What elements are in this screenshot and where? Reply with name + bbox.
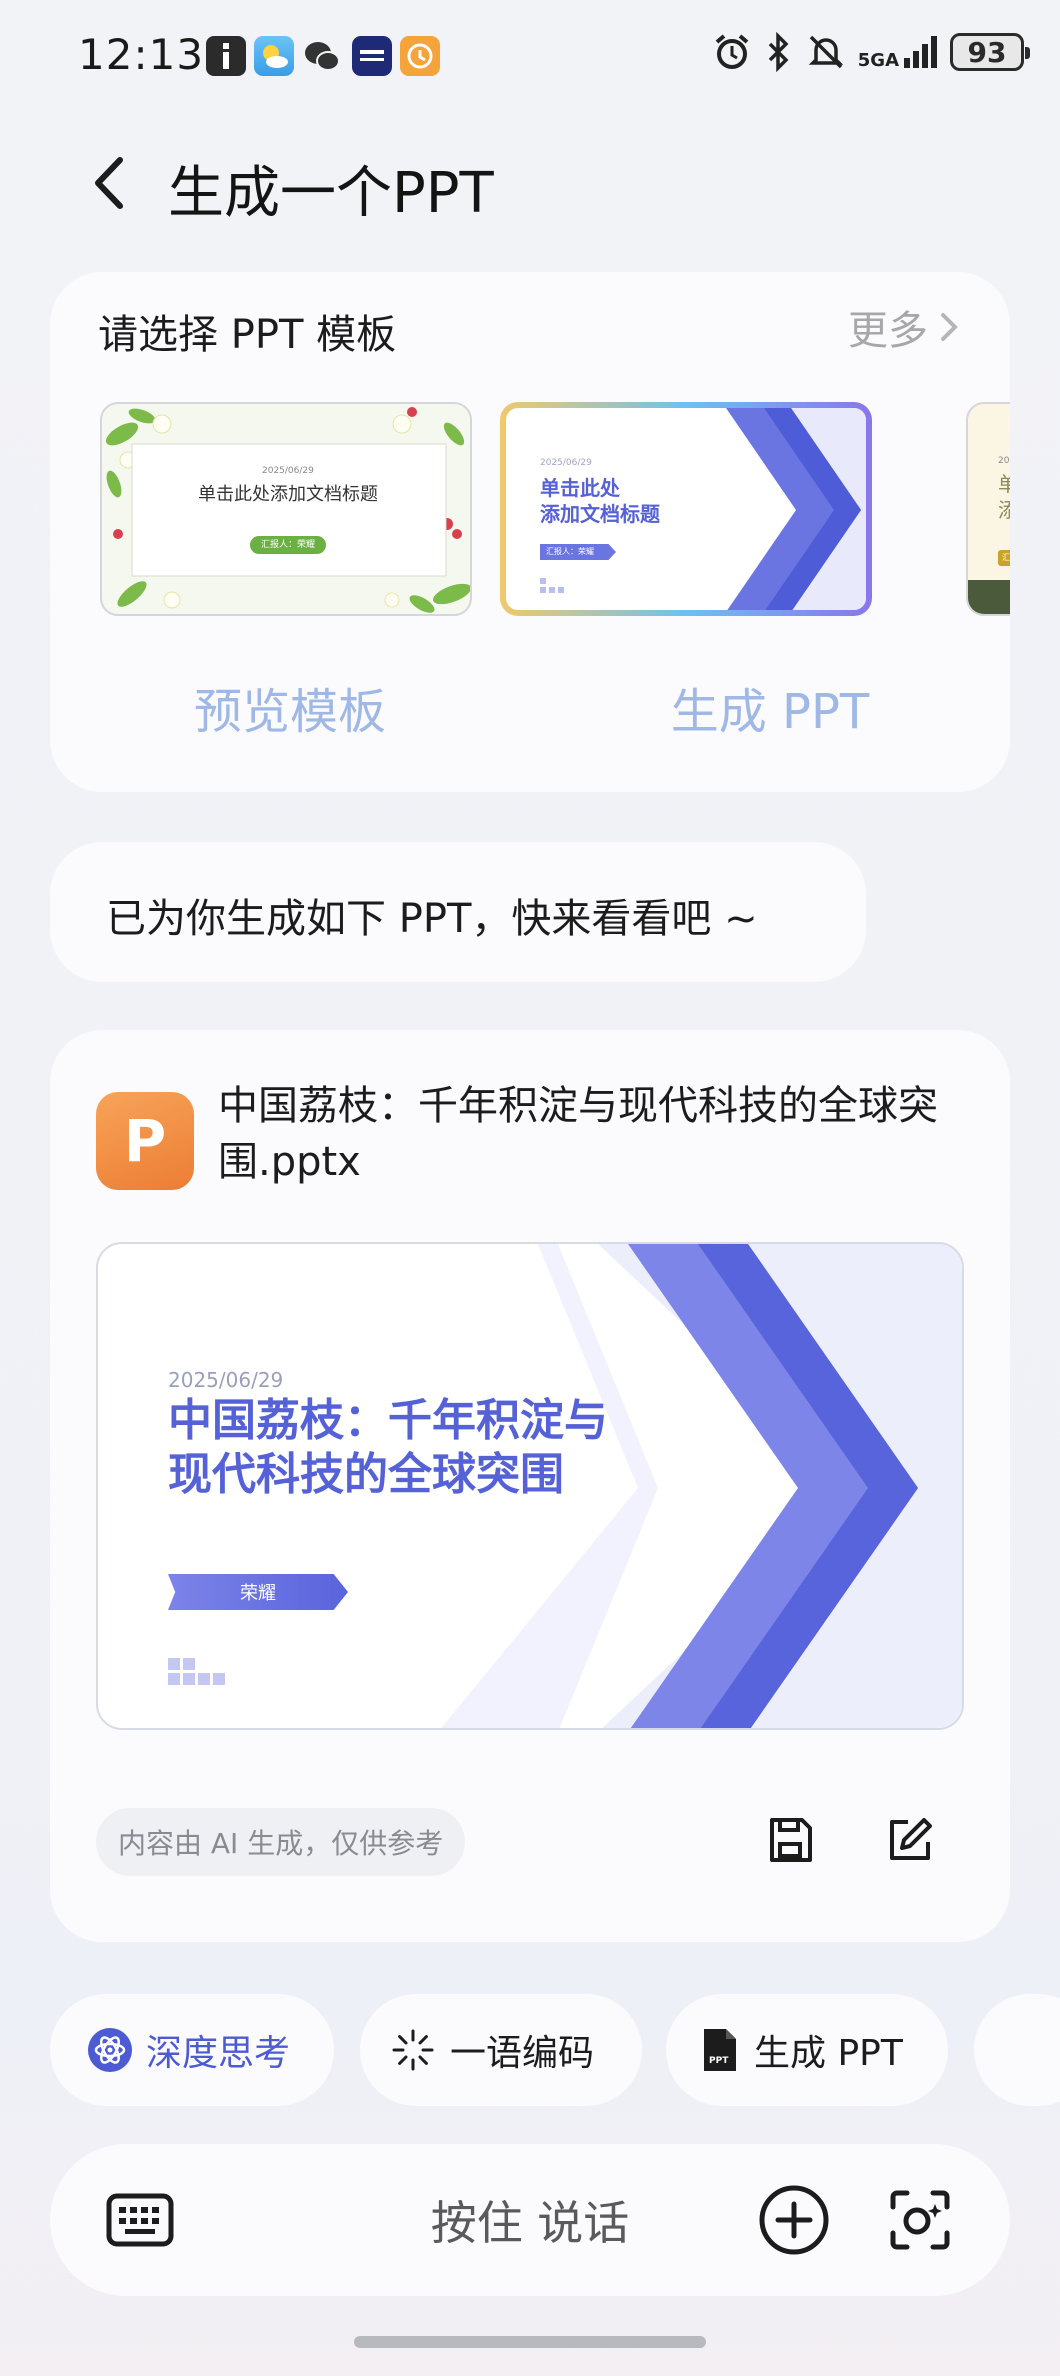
battery-indicator: 93	[950, 33, 1030, 71]
edit-button[interactable]	[878, 1808, 942, 1872]
notification-weather-icon	[254, 36, 294, 76]
template-2-date: 2025/06/29	[540, 458, 592, 468]
template-thumb-floral[interactable]: 2025/06/29 单击此处添加文档标题 汇报人：荣耀	[100, 402, 472, 616]
preview-squares-decoration	[168, 1658, 225, 1685]
chip-label: 深度思考	[146, 2033, 291, 2074]
template-3-reporter: 汇报人：荣耀	[998, 550, 1010, 566]
chip-generate-ppt[interactable]: PPT 生成 PPT	[666, 1994, 948, 2106]
template-thumb-beige[interactable]: 2025/06/29 单击此 添加文 汇报人：荣耀	[966, 402, 1010, 616]
template-picker-card: 请选择 PPT 模板 更多 2025/06/29 单击此处添加文档标题 汇报人：…	[50, 272, 1010, 792]
assistant-message: 已为你生成如下 PPT，快来看看吧 ~	[50, 842, 866, 982]
file-name[interactable]: 中国荔枝：千年积淀与现代科技的全球突围.pptx	[218, 1078, 958, 1190]
more-label: 更多	[848, 308, 928, 354]
plus-circle-icon	[759, 2185, 829, 2255]
alarm-icon	[715, 34, 749, 69]
chip-more-partial[interactable]	[974, 1994, 1060, 2106]
chevron-left-icon	[95, 157, 123, 209]
mute-icon	[808, 35, 843, 69]
sparkle-icon	[392, 2029, 434, 2071]
notification-news-icon	[352, 36, 392, 76]
preview-title: 中国荔枝：千年积淀与现代科技的全球突围	[168, 1395, 608, 1500]
ppt-file-icon: PPT	[704, 2029, 736, 2071]
template-1-date: 2025/06/29	[262, 466, 314, 476]
template-1-title: 单击此处添加文档标题	[198, 484, 378, 505]
save-button[interactable]	[758, 1808, 822, 1872]
template-2-title-line1: 单击此处	[540, 476, 620, 500]
template-2-reporter: 汇报人：荣耀	[540, 544, 616, 560]
ppt-file-card: P 中国荔枝：千年积淀与现代科技的全球突围.pptx 2025/06/29 中国…	[50, 1030, 1010, 1942]
generate-ppt-button[interactable]: 生成 PPT	[530, 672, 1010, 742]
template-1-reporter: 汇报人：荣耀	[250, 536, 326, 554]
edit-icon	[890, 1818, 932, 1860]
ai-scan-icon	[890, 2190, 950, 2250]
status-bar: 12:13 5GA 93	[0, 0, 1060, 116]
network-type: 5GA	[857, 50, 899, 71]
home-indicator[interactable]	[354, 2336, 706, 2348]
app-header: 生成一个PPT	[0, 130, 1060, 240]
template-2-title-line2: 添加文档标题	[540, 502, 660, 526]
template-actions: 预览模板 生成 PPT	[50, 672, 1010, 742]
signal-icon: 5GA	[858, 34, 938, 70]
svg-text:PPT: PPT	[709, 2056, 729, 2066]
template-2-squares	[540, 578, 564, 593]
ai-disclaimer: 内容由 AI 生成，仅供参考	[96, 1808, 466, 1876]
preview-author-tag: 荣耀	[168, 1574, 348, 1610]
preview-template-button[interactable]: 预览模板	[50, 672, 530, 742]
template-3-title-line1: 单击此	[998, 468, 1010, 497]
keyboard-toggle-button[interactable]	[100, 2180, 180, 2260]
hold-to-talk-button[interactable]: 按住 说话	[50, 2144, 1010, 2296]
template-3-date: 2025/06/29	[998, 456, 1010, 466]
more-templates-link[interactable]: 更多	[848, 298, 962, 356]
floral-decoration	[105, 407, 470, 613]
ai-scan-button[interactable]	[880, 2180, 960, 2260]
save-icon	[770, 1818, 812, 1862]
chip-label: 生成 PPT	[754, 2033, 903, 2074]
notification-wechat-icon	[302, 36, 342, 76]
template-3-title-line2: 添加文	[998, 494, 1010, 523]
input-bar: 按住 说话	[50, 2144, 1010, 2296]
notification-orange-app-icon	[400, 36, 440, 76]
add-button[interactable]	[754, 2180, 834, 2260]
chip-one-sentence-coding[interactable]: 一语编码	[360, 1994, 642, 2106]
chip-deep-thinking[interactable]: 深度思考	[50, 1994, 334, 2106]
notification-info-icon	[206, 36, 246, 76]
keyboard-icon	[106, 2193, 174, 2247]
status-right-group: 5GA 93	[712, 32, 1030, 72]
status-time: 12:13	[78, 30, 205, 79]
ppt-preview[interactable]: 2025/06/29 中国荔枝：千年积淀与现代科技的全球突围 荣耀	[96, 1242, 964, 1730]
chevron-right-icon	[941, 313, 958, 341]
template-3-footer	[968, 580, 1010, 614]
atom-icon	[88, 2028, 132, 2072]
bluetooth-icon	[768, 32, 789, 72]
page-title: 生成一个PPT	[168, 161, 494, 226]
skill-chips: 深度思考 一语编码 PPT 生成 PPT	[50, 1994, 1060, 2106]
back-button[interactable]	[82, 148, 142, 218]
template-carousel[interactable]: 2025/06/29 单击此处添加文档标题 汇报人：荣耀 2025/06/29 …	[100, 402, 1010, 622]
preview-date: 2025/06/29	[168, 1368, 284, 1392]
template-picker-title: 请选择 PPT 模板	[98, 312, 397, 358]
chip-label: 一语编码	[450, 2033, 595, 2074]
template-thumb-chevron[interactable]: 2025/06/29 单击此处 添加文档标题 汇报人：荣耀	[500, 402, 872, 616]
ppt-file-icon: P	[96, 1092, 194, 1190]
